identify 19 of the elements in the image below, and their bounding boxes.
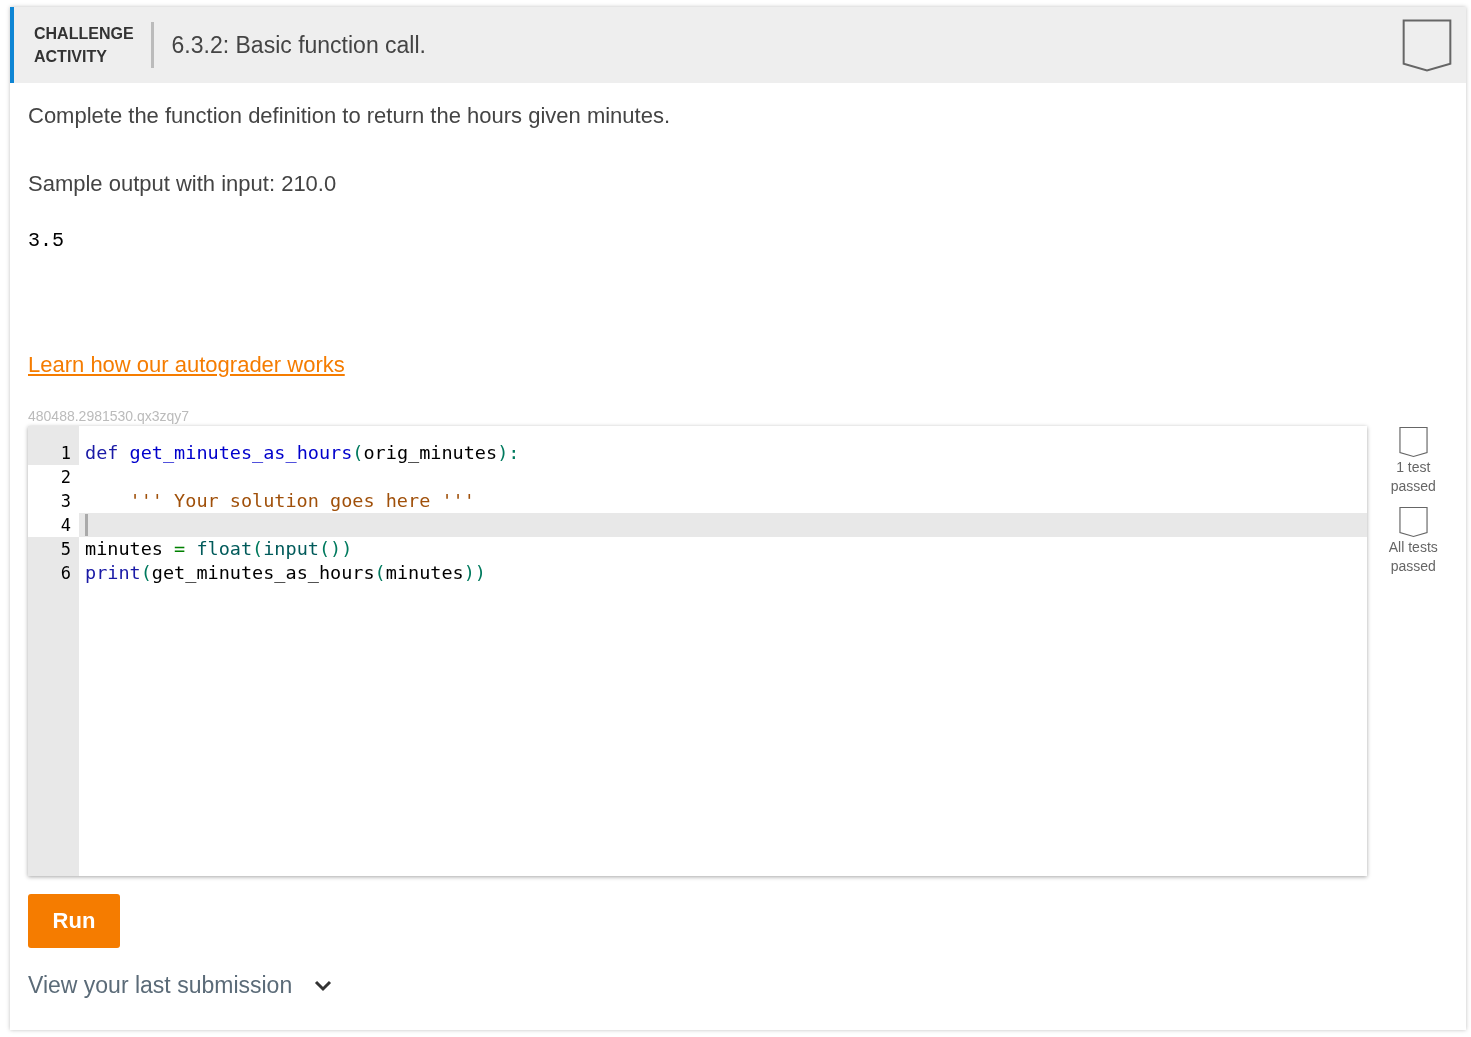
code-line: def get_minutes_as_hours(orig_minutes): (84, 441, 521, 465)
activity-title: 6.3.2: Basic function call. (171, 31, 427, 59)
text-cursor (85, 514, 88, 536)
code-line: ''' Your solution goes here ''' (128, 489, 476, 513)
last-submission-toggle[interactable]: View your last submission (28, 972, 293, 999)
activity-type-label: CHALLENGE ACTIVITY (34, 22, 154, 68)
instructions-text: Complete the function definition to return the hours given minutes. (28, 103, 672, 129)
line-number: 4 (28, 513, 79, 537)
code-line: print(get_minutes_as_hours(minutes)) (84, 561, 487, 585)
code-line: minutes = float(input()) (84, 537, 354, 561)
code-editor[interactable]: 1 def get_minutes_as_hours(orig_minutes): 2 3 ''' Your solution goes here ''' 4 5 minutes = float(input()) 6 print(get_minutes_as_hours(minutes)) (28, 426, 1367, 876)
activity-id: 480488.2981530.qx3zqy7 (28, 408, 191, 424)
line-number: 3 (28, 489, 79, 513)
sample-output: 3.5 (28, 229, 65, 252)
test-label: All tests passed (1388, 538, 1438, 576)
line-number: 2 (28, 465, 79, 489)
test-label: 1 test passed (1390, 458, 1436, 496)
sample-output-label: Sample output with input: 210.0 (28, 171, 338, 197)
chevron-down-icon[interactable] (314, 979, 333, 992)
